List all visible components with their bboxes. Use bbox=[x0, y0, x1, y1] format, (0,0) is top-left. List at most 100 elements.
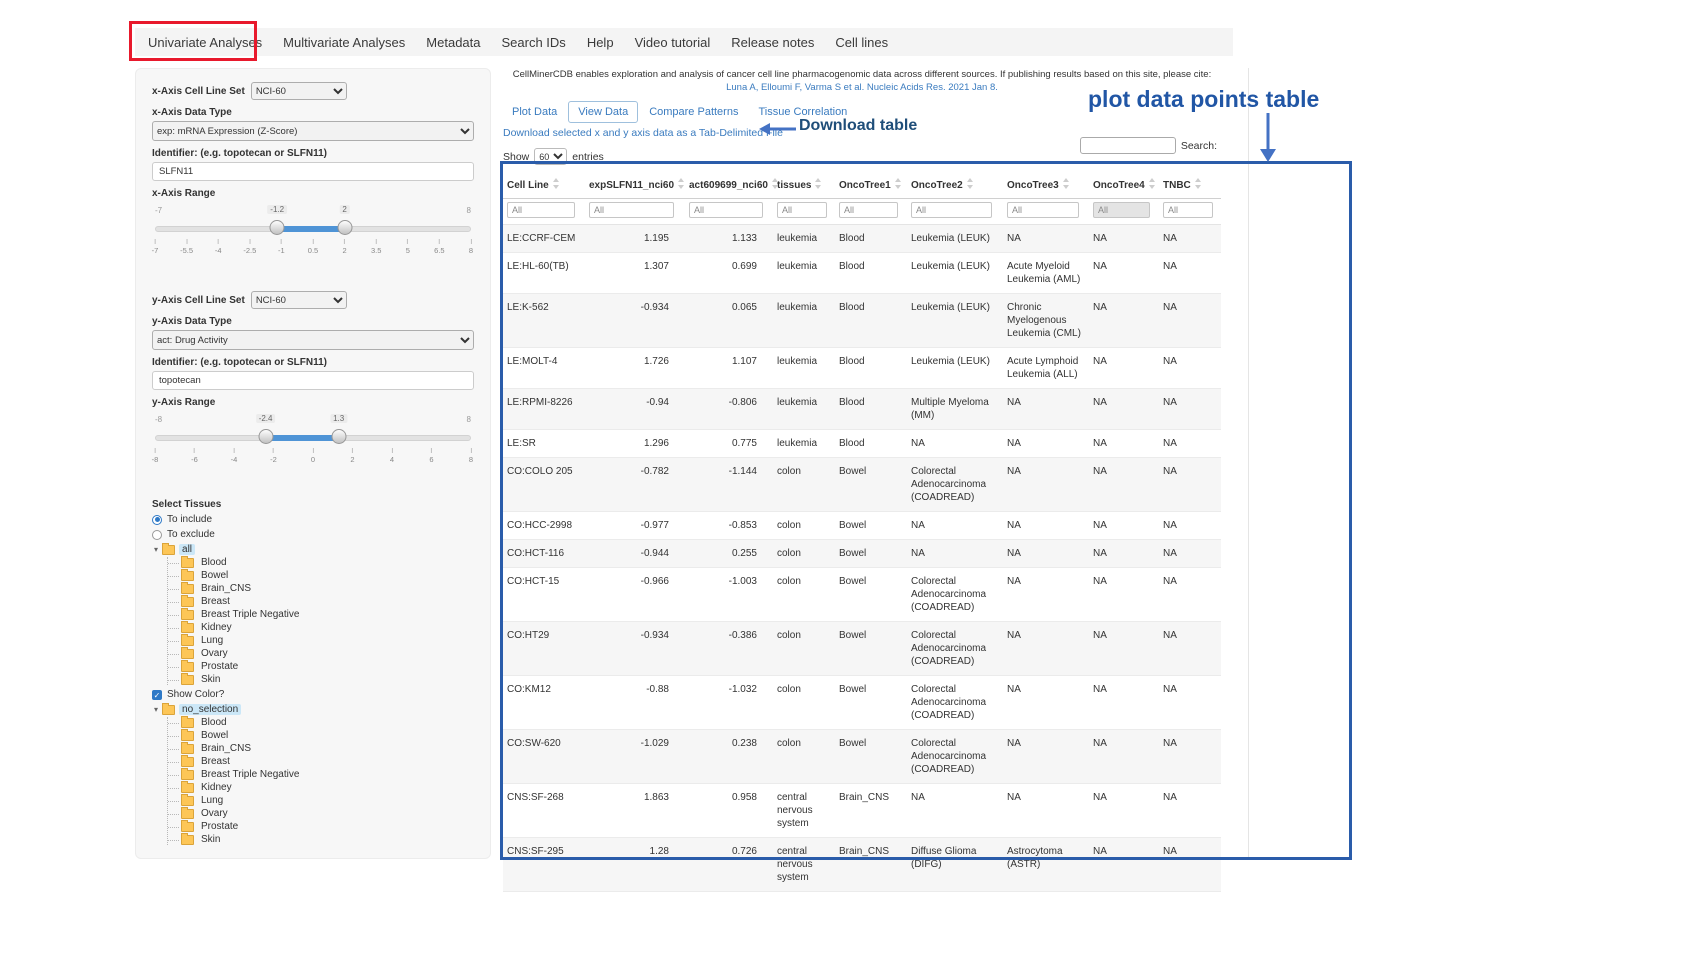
search-label: Search: bbox=[1181, 140, 1217, 152]
x-data-type-select[interactable]: exp: mRNA Expression (Z-Score) bbox=[152, 121, 474, 141]
table-cell: NA bbox=[1089, 430, 1159, 458]
tab-view-data[interactable]: View Data bbox=[568, 101, 638, 123]
slider-handle-to[interactable] bbox=[337, 220, 352, 235]
sort-icon bbox=[1149, 178, 1156, 189]
table-cell: colon bbox=[773, 568, 835, 622]
nav-tab-search-ids[interactable]: Search IDs bbox=[502, 35, 566, 50]
tree-node-bowel[interactable]: Bowel bbox=[168, 570, 474, 581]
tree-children: Blood Bowel Brain_CNS Breast Breast Triple N… bbox=[167, 717, 474, 845]
table-header-row: Cell Line expSLFN11_nci60act609699_nci60t… bbox=[503, 171, 1221, 199]
filter-input-oncotree4[interactable] bbox=[1093, 202, 1150, 218]
x-range-slider[interactable]: -78-1.22-7-5.5-4-2.5-10.523.556.58 bbox=[155, 215, 471, 265]
column-header-label: OncoTree3 bbox=[1007, 180, 1059, 191]
column-header-tnbc[interactable]: TNBC bbox=[1159, 171, 1221, 199]
tree-node-ovary[interactable]: Ovary bbox=[168, 648, 474, 659]
filter-input-oncotree1[interactable] bbox=[839, 202, 898, 218]
column-header-oncotree4[interactable]: OncoTree4 bbox=[1089, 171, 1159, 199]
slider-handle-from[interactable] bbox=[270, 220, 285, 235]
tissue-tree: ▾all Blood Bowel Brain_CNS Breast Breast Trip… bbox=[154, 544, 474, 685]
column-header-tissues[interactable]: tissues bbox=[773, 171, 835, 199]
tree-node-brain-cns[interactable]: Brain_CNS bbox=[168, 583, 474, 594]
folder-icon bbox=[181, 783, 194, 793]
tree-node-skin[interactable]: Skin bbox=[168, 834, 474, 845]
table-cell: -0.966 bbox=[585, 568, 685, 622]
column-header-oncotree1[interactable]: OncoTree1 bbox=[835, 171, 907, 199]
folder-icon bbox=[181, 662, 194, 672]
folder-icon bbox=[181, 636, 194, 646]
nav-tab-multivariate-analyses[interactable]: Multivariate Analyses bbox=[283, 35, 405, 50]
table-cell: LE:HL-60(TB) bbox=[503, 253, 585, 294]
table-cell: NA bbox=[1159, 540, 1221, 568]
tree-node-lung[interactable]: Lung bbox=[168, 635, 474, 646]
show-color-option[interactable]: Show Color? bbox=[152, 689, 474, 700]
tree-node-blood[interactable]: Blood bbox=[168, 717, 474, 728]
filter-input-expslfn11-nci60[interactable] bbox=[589, 202, 674, 218]
y-cell-line-set-select[interactable]: NCI-60 bbox=[251, 291, 347, 309]
column-header-act609699-nci60[interactable]: act609699_nci60 bbox=[685, 171, 773, 199]
column-header-expslfn11-nci60[interactable]: expSLFN11_nci60 bbox=[585, 171, 685, 199]
filter-input-cell-line[interactable] bbox=[507, 202, 575, 218]
column-header-oncotree2[interactable]: OncoTree2 bbox=[907, 171, 1003, 199]
tree-node-blood[interactable]: Blood bbox=[168, 557, 474, 568]
table-cell: colon bbox=[773, 540, 835, 568]
tree-node-no-selection[interactable]: ▾no_selection bbox=[154, 704, 474, 715]
table-filter-row bbox=[503, 199, 1221, 225]
slider-tick: -4 bbox=[231, 448, 238, 464]
tissue-exclude-option[interactable]: To exclude bbox=[152, 529, 474, 540]
nav-tab-metadata[interactable]: Metadata bbox=[426, 35, 480, 50]
tissue-include-option[interactable]: To include bbox=[152, 514, 474, 525]
tree-node-prostate[interactable]: Prostate bbox=[168, 821, 474, 832]
filter-input-oncotree3[interactable] bbox=[1007, 202, 1079, 218]
nav-tab-univariate-analyses[interactable]: Univariate Analyses bbox=[148, 35, 262, 50]
table-cell: Leukemia (LEUK) bbox=[907, 253, 1003, 294]
column-header-cell-line[interactable]: Cell Line bbox=[503, 171, 585, 199]
search-input[interactable] bbox=[1080, 137, 1176, 154]
column-header-oncotree3[interactable]: OncoTree3 bbox=[1003, 171, 1089, 199]
tree-node-lung[interactable]: Lung bbox=[168, 795, 474, 806]
table-cell: CO:HCC-2998 bbox=[503, 512, 585, 540]
filter-input-tnbc[interactable] bbox=[1163, 202, 1213, 218]
tree-node-skin[interactable]: Skin bbox=[168, 674, 474, 685]
tree-node-bowel[interactable]: Bowel bbox=[168, 730, 474, 741]
folder-icon bbox=[181, 597, 194, 607]
slider-handle-from[interactable] bbox=[258, 429, 273, 444]
table-cell: Multiple Myeloma (MM) bbox=[907, 389, 1003, 430]
tab-compare-patterns[interactable]: Compare Patterns bbox=[640, 102, 747, 122]
tree-node-prostate[interactable]: Prostate bbox=[168, 661, 474, 672]
table-cell: colon bbox=[773, 622, 835, 676]
tree-node-ovary[interactable]: Ovary bbox=[168, 808, 474, 819]
y-identifier-input[interactable] bbox=[152, 371, 474, 390]
nav-tab-cell-lines[interactable]: Cell lines bbox=[835, 35, 888, 50]
filter-cell bbox=[1159, 199, 1221, 225]
nav-tab-release-notes[interactable]: Release notes bbox=[731, 35, 814, 50]
table-cell: 0.958 bbox=[685, 784, 773, 838]
filter-input-act609699-nci60[interactable] bbox=[689, 202, 763, 218]
table-cell: LE:K-562 bbox=[503, 294, 585, 348]
slider-handle-to[interactable] bbox=[331, 429, 346, 444]
nav-tab-help[interactable]: Help bbox=[587, 35, 614, 50]
tree-node-breast[interactable]: Breast bbox=[168, 596, 474, 607]
table-cell: NA bbox=[907, 512, 1003, 540]
filter-cell bbox=[1003, 199, 1089, 225]
tree-node-breast[interactable]: Breast bbox=[168, 756, 474, 767]
tree-node-kidney[interactable]: Kidney bbox=[168, 622, 474, 633]
slider-tick: -4 bbox=[215, 239, 222, 255]
tree-node-all[interactable]: ▾all bbox=[154, 544, 474, 555]
column-header-label: Cell Line bbox=[507, 180, 549, 191]
filter-input-oncotree2[interactable] bbox=[911, 202, 992, 218]
download-link[interactable]: Download selected x and y axis data as a… bbox=[503, 127, 783, 139]
filter-input-tissues[interactable] bbox=[777, 202, 827, 218]
tree-node-kidney[interactable]: Kidney bbox=[168, 782, 474, 793]
entries-select[interactable]: 60 bbox=[534, 148, 567, 165]
x-cell-line-set-label: x-Axis Cell Line Set bbox=[152, 86, 245, 97]
tab-plot-data[interactable]: Plot Data bbox=[503, 102, 566, 122]
tree-node-brain-cns[interactable]: Brain_CNS bbox=[168, 743, 474, 754]
y-data-type-select[interactable]: act: Drug Activity bbox=[152, 330, 474, 350]
tree-node-breast-triple-negative[interactable]: Breast Triple Negative bbox=[168, 609, 474, 620]
y-range-slider[interactable]: -88-2.41.3-8-6-4-202468 bbox=[155, 424, 471, 474]
tree-node-breast-triple-negative[interactable]: Breast Triple Negative bbox=[168, 769, 474, 780]
nav-tab-video-tutorial[interactable]: Video tutorial bbox=[635, 35, 711, 50]
x-cell-line-set-select[interactable]: NCI-60 bbox=[251, 82, 347, 100]
table-cell: Bowel bbox=[835, 568, 907, 622]
x-identifier-input[interactable] bbox=[152, 162, 474, 181]
